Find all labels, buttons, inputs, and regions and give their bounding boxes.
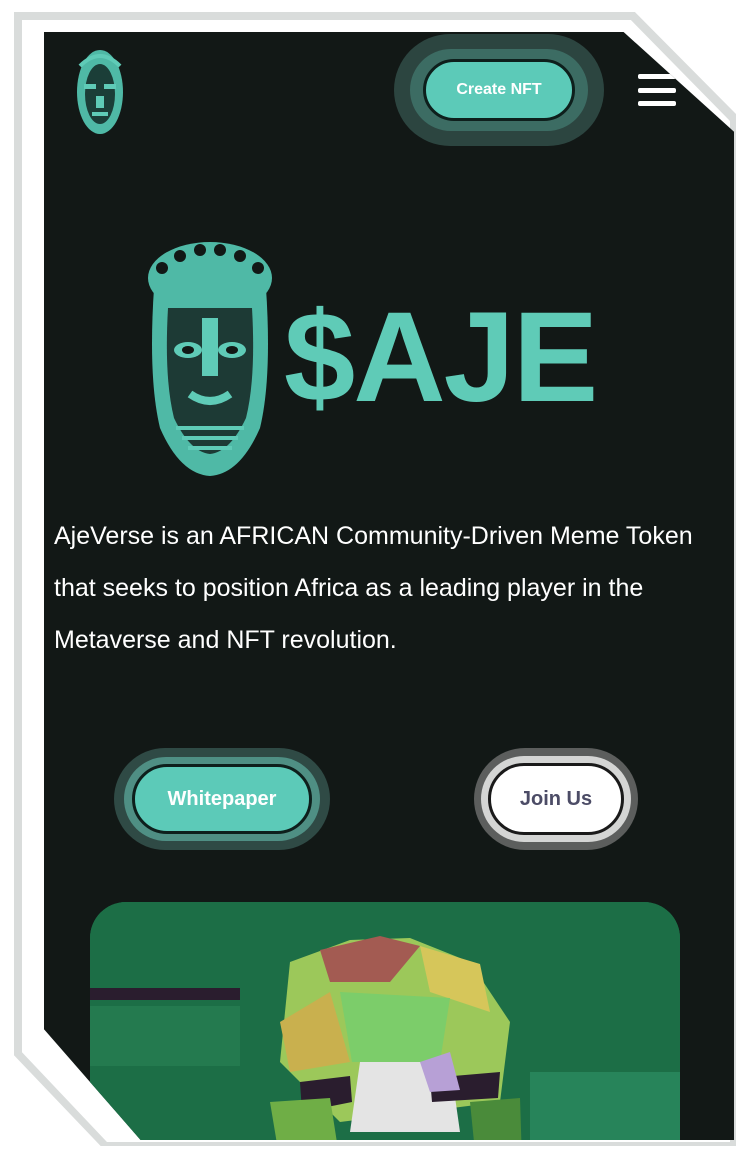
menu-bar xyxy=(638,87,676,93)
join-us-button-halo: Join Us xyxy=(474,748,638,850)
create-nft-button-halo-inner: Create NFT xyxy=(410,49,588,131)
app-screen: Create NFT $AJE AjeVerse is an AFRICAN C… xyxy=(44,32,734,1140)
create-nft-button[interactable]: Create NFT xyxy=(423,59,575,121)
hero-description: AjeVerse is an AFRICAN Community-Driven … xyxy=(54,522,693,654)
brand-title: $AJE xyxy=(284,286,598,429)
join-us-button[interactable]: Join Us xyxy=(488,763,624,835)
nft-portrait-image xyxy=(90,902,680,1140)
create-nft-button-halo: Create NFT xyxy=(394,34,604,146)
menu-bar xyxy=(638,101,676,106)
whitepaper-button-halo-inner: Whitepaper xyxy=(124,757,320,841)
menu-bar xyxy=(638,74,676,79)
hamburger-menu-icon[interactable] xyxy=(638,74,676,106)
join-us-button-halo-inner: Join Us xyxy=(481,756,631,842)
mask-logo-icon[interactable] xyxy=(74,48,126,138)
mask-emblem-icon xyxy=(148,242,272,476)
whitepaper-button-halo: Whitepaper xyxy=(114,748,330,850)
whitepaper-button[interactable]: Whitepaper xyxy=(132,764,312,834)
nft-artwork-card[interactable] xyxy=(90,902,680,1140)
